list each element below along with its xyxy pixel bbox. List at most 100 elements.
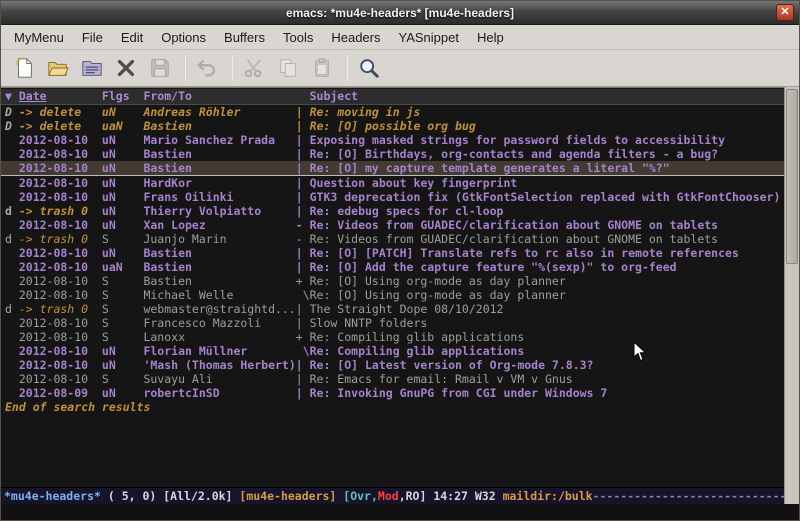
message-sep: | <box>296 119 310 133</box>
message-row[interactable]: d-> trash 0uNThierry Volpiatto|Re: edebu… <box>1 204 784 218</box>
sort-direction-icon: ▼ <box>5 89 19 104</box>
message-row[interactable]: D-> deleteuaNBastien|Re: [O] possible or… <box>1 119 784 133</box>
message-subject: Re: moving in js <box>310 105 421 119</box>
message-from: Bastien <box>143 246 295 260</box>
content: ▼DateFlgsFrom/To Subject D-> deleteuNAndr… <box>1 87 799 504</box>
save-buffer-button <box>145 53 176 83</box>
open-file-button[interactable] <box>43 53 74 83</box>
scrollbar[interactable] <box>784 87 799 504</box>
message-subject: Re: [O] my capture template generates a … <box>310 161 670 175</box>
message-row[interactable]: d-> trash 0Swebmaster@straightd...|The S… <box>1 302 784 316</box>
message-flags: uaN <box>102 260 144 274</box>
column-header-from[interactable]: From/To <box>143 89 295 104</box>
message-date: -> trash 0 <box>19 232 102 246</box>
message-row[interactable]: 2012-08-10uNBastien|Re: [O] my capture t… <box>1 161 784 176</box>
message-date: 2012-08-10 <box>19 190 102 204</box>
message-sep: | <box>296 358 310 372</box>
message-prefix: D <box>5 119 19 133</box>
message-row[interactable]: 2012-08-10SBastien+Re: [O] Using org-mod… <box>1 274 784 288</box>
message-subject: Re: [O] Using org-mode as day planner <box>310 288 566 302</box>
message-sep: | <box>296 190 310 204</box>
message-prefix: d <box>5 232 19 246</box>
mode-line[interactable]: *mu4e-headers* ( 5, 0) [All/2.0k] [mu4e-… <box>1 487 784 504</box>
header-line[interactable]: ▼DateFlgsFrom/To Subject <box>1 89 784 105</box>
menu-options[interactable]: Options <box>152 27 215 48</box>
message-flags: uN <box>102 176 144 190</box>
message-subject: Re: Videos from GUADEC/clarification abo… <box>310 218 719 232</box>
message-row[interactable]: 2012-08-10SMichael Welle \Re: [O] Using … <box>1 288 784 302</box>
message-row[interactable]: 2012-08-10uNMario Sanchez Prada|Exposing… <box>1 133 784 147</box>
message-subject: Re: Videos from GUADEC/clarification abo… <box>310 232 719 246</box>
floppy-save-icon <box>149 57 172 79</box>
message-date: -> delete <box>19 119 102 133</box>
message-flags: uN <box>102 218 144 232</box>
message-row[interactable]: d-> trash 0SJuanjo Marin-Re: Videos from… <box>1 232 784 246</box>
menubar: MyMenuFileEditOptionsBuffersToolsHeaders… <box>1 25 799 50</box>
message-row[interactable]: 2012-08-10uNHardKor|Question about key f… <box>1 176 784 190</box>
menu-yasnippet[interactable]: YASnippet <box>389 27 467 48</box>
message-sep: | <box>296 105 310 119</box>
open-folder-icon <box>47 57 70 79</box>
message-sep: | <box>296 372 310 386</box>
message-sep: | <box>296 176 310 190</box>
message-subject: The Straight Dope 08/10/2012 <box>310 302 504 316</box>
message-from: Bastien <box>143 161 295 175</box>
column-header-subject[interactable]: Subject <box>310 89 358 103</box>
message-date: 2012-08-10 <box>19 218 102 232</box>
search-button[interactable] <box>354 53 385 83</box>
message-row[interactable]: 2012-08-10SFrancesco Mazzoli|Slow NNTP f… <box>1 316 784 330</box>
message-flags: uN <box>102 147 144 161</box>
kill-buffer-button[interactable] <box>111 53 142 83</box>
message-row[interactable]: 2012-08-10SSuvayu Ali|Re: Emacs for emai… <box>1 372 784 386</box>
message-date: 2012-08-10 <box>19 344 102 358</box>
message-sep: | <box>296 302 310 316</box>
message-prefix: D <box>5 105 19 119</box>
message-subject: Re: [O] Add the capture feature "%(sexp)… <box>310 260 677 274</box>
message-from: Frans Oilinki <box>143 190 295 204</box>
menu-headers[interactable]: Headers <box>322 27 389 48</box>
message-from: Francesco Mazzoli <box>143 316 295 330</box>
message-row[interactable]: 2012-08-10SLanoxx+Re: Compiling glib app… <box>1 330 784 344</box>
clipboard-paste-icon <box>311 57 334 79</box>
message-from: 'Mash (Thomas Herbert) <box>143 358 295 372</box>
minibuffer[interactable] <box>1 504 799 520</box>
message-sep: + <box>296 330 310 344</box>
modeline-time: 14:27 W32 <box>426 489 502 503</box>
menu-buffers[interactable]: Buffers <box>215 27 274 48</box>
message-from: Mario Sanchez Prada <box>143 133 295 147</box>
message-flags: S <box>102 232 144 246</box>
message-subject: GTK3 deprecation fix (GtkFontSelection r… <box>310 190 781 204</box>
emacs-window: emacs: *mu4e-headers* [mu4e-headers] ✕ M… <box>0 0 800 521</box>
menu-mymenu[interactable]: MyMenu <box>5 27 73 48</box>
menu-file[interactable]: File <box>73 27 112 48</box>
new-file-button[interactable] <box>9 53 40 83</box>
modeline-filler: ---------------------------------------- <box>593 489 784 503</box>
message-subject: Re: [O] possible org bug <box>310 119 476 133</box>
message-subject: Re: Compiling glib applications <box>310 330 525 344</box>
menu-help[interactable]: Help <box>468 27 513 48</box>
close-button[interactable]: ✕ <box>776 4 794 21</box>
message-row[interactable]: D-> deleteuNAndreas Röhler|Re: moving in… <box>1 105 784 119</box>
scrollbar-thumb[interactable] <box>786 89 798 264</box>
headers-buffer[interactable]: ▼DateFlgsFrom/To Subject D-> deleteuNAndr… <box>1 88 784 487</box>
message-row[interactable]: 2012-08-10uNFrans Oilinki|GTK3 deprecati… <box>1 190 784 204</box>
message-row[interactable]: 2012-08-10uNBastien|Re: [O] Birthdays, o… <box>1 147 784 161</box>
menu-edit[interactable]: Edit <box>112 27 152 48</box>
undo-arrow-icon <box>196 57 219 79</box>
copy-pages-icon <box>277 57 300 79</box>
message-row[interactable]: 2012-08-09uNrobertcInSD|Re: Invoking Gnu… <box>1 386 784 400</box>
column-header-date[interactable]: Date <box>19 89 102 104</box>
menu-tools[interactable]: Tools <box>274 27 322 48</box>
message-date: 2012-08-10 <box>19 372 102 386</box>
dired-button[interactable] <box>77 53 108 83</box>
column-header-flags[interactable]: Flgs <box>102 89 144 104</box>
message-row[interactable]: 2012-08-10uaNBastien|Re: [O] Add the cap… <box>1 260 784 274</box>
message-row[interactable]: 2012-08-10uN'Mash (Thomas Herbert)|Re: [… <box>1 358 784 372</box>
titlebar[interactable]: emacs: *mu4e-headers* [mu4e-headers] ✕ <box>1 1 799 25</box>
message-row[interactable]: 2012-08-10uNFlorian Müllner \Re: Compili… <box>1 344 784 358</box>
message-date: 2012-08-10 <box>19 316 102 330</box>
toolbar-separator <box>185 55 186 81</box>
message-flags: S <box>102 330 144 344</box>
message-row[interactable]: 2012-08-10uNXan Lopez-Re: Videos from GU… <box>1 218 784 232</box>
message-row[interactable]: 2012-08-10uNBastien|Re: [O] [PATCH] Tran… <box>1 246 784 260</box>
